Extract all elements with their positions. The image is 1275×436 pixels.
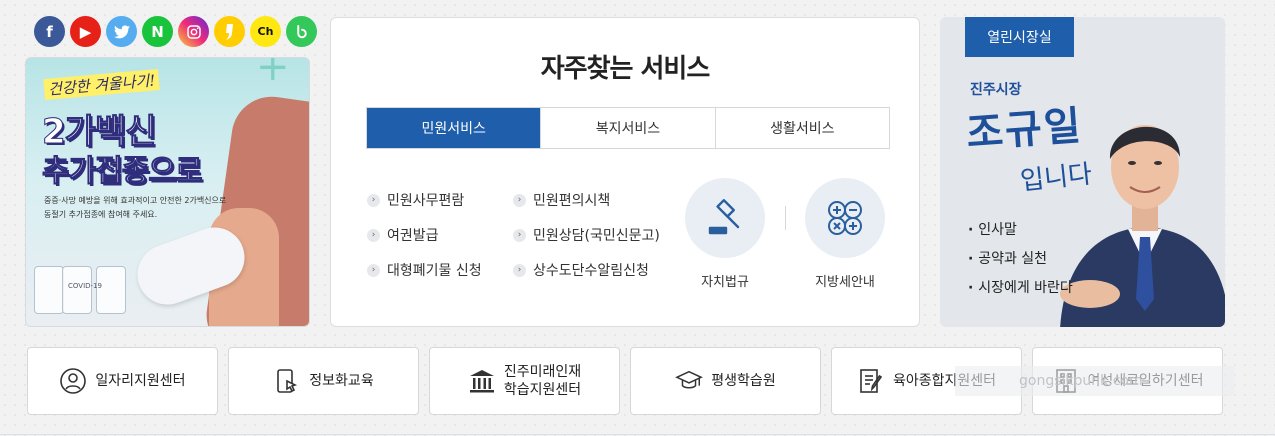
gavel-icon — [685, 178, 765, 258]
link-large-waste[interactable]: › 대형폐기물 신청 — [367, 261, 513, 279]
mayor-menu-pledges[interactable]: 공약과 실천 — [968, 248, 1073, 268]
chevron-right-icon: › — [367, 263, 380, 277]
banner-description: 중증·사망 예방을 위해 효과적이고 안전한 2가백신으로 동절기 추가접종에 … — [44, 196, 227, 219]
service-links: › 민원사무편람 › 민원편의시책 › 여권발급 › 민원상담(국민신문고) › 대형폐기… — [367, 191, 687, 279]
tablet-touch-icon — [273, 367, 301, 395]
youtube-icon[interactable]: ▶ — [70, 16, 101, 47]
center-label: 일자리지원센터 — [95, 373, 186, 389]
quick-label: 지방세안내 — [815, 275, 875, 290]
chevron-right-icon: › — [513, 263, 526, 277]
calculator-icon — [805, 178, 885, 258]
mayor-greeting: 입니다 — [1018, 159, 1094, 197]
mayor-menu: 인사말 공약과 실천 시장에게 바란다 — [968, 219, 1073, 306]
center-label: 진주미래인재 학습지원센터 — [503, 364, 582, 398]
services-title: 자주찾는 서비스 — [540, 54, 711, 84]
link-passport[interactable]: › 여권발급 — [367, 226, 513, 244]
instagram-icon[interactable] — [178, 16, 209, 47]
link-civil-convenience-policy[interactable]: › 민원편의시책 — [513, 191, 683, 209]
vial-label: COVID-19 — [68, 282, 102, 290]
services-tabs: 민원서비스 복지서비스 생활서비스 — [366, 107, 890, 149]
divider — [0, 434, 1275, 435]
quick-local-laws[interactable]: 자치법규 — [685, 178, 765, 290]
frequent-services-panel: 자주찾는 서비스 민원서비스 복지서비스 생활서비스 › 민원사무편람 › 민원편의… — [330, 17, 920, 327]
center-label: 정보화교육 — [309, 373, 374, 389]
document-pen-icon — [857, 367, 885, 395]
center-lifelong-learning[interactable]: 평생학습원 — [630, 347, 821, 415]
mayor-title: 진주시장 — [970, 82, 1022, 98]
social-links: f ▶ N Ch — [34, 16, 317, 47]
mayor-menu-greeting[interactable]: 인사말 — [968, 219, 1073, 239]
center-it-education[interactable]: 정보화교육 — [228, 347, 419, 415]
tab-welfare-service[interactable]: 복지서비스 — [540, 108, 715, 148]
chevron-right-icon: › — [367, 193, 380, 207]
banner-headline-2: 추가접종으로 — [42, 154, 204, 190]
office-building-icon — [1052, 367, 1080, 395]
link-civil-affairs-manual[interactable]: › 민원사무편람 — [367, 191, 513, 209]
chevron-right-icon: › — [513, 193, 526, 207]
vaccine-vial-icon — [34, 266, 64, 314]
center-label: 여성새로일하기센터 — [1087, 373, 1204, 389]
center-jobs[interactable]: 일자리지원센터 — [27, 347, 218, 415]
naver-icon[interactable]: N — [142, 16, 173, 47]
vaccine-vial-icon — [62, 266, 92, 314]
quick-local-tax[interactable]: 지방세안내 — [805, 178, 885, 290]
center-label: 육아종합지원센터 — [892, 373, 997, 389]
tab-civil-service[interactable]: 민원서비스 — [367, 108, 541, 148]
tab-living-service[interactable]: 생활서비스 — [714, 108, 889, 148]
mayor-menu-suggestions[interactable]: 시장에게 바란다 — [968, 277, 1073, 297]
chevron-right-icon: › — [367, 228, 380, 242]
center-label: 평생학습원 — [711, 373, 776, 389]
facebook-icon[interactable]: f — [34, 16, 65, 47]
open-mayor-office-button[interactable]: 열린시장실 — [965, 17, 1074, 57]
center-women-reemployment[interactable]: 여성새로일하기센터 — [1032, 347, 1223, 415]
banner-slogan: 건강한 겨울나기! — [43, 69, 161, 100]
link-water-outage-alert[interactable]: › 상수도단수알림신청 — [513, 261, 683, 279]
band-icon[interactable] — [286, 16, 317, 47]
open-mayor-office-panel: 열린시장실 진주시장 조규일 입니다 인사말 공약과 실천 시장에게 바란다 — [940, 17, 1225, 327]
center-future-talent[interactable]: 진주미래인재 학습지원센터 — [429, 347, 620, 415]
medical-cross-icon: + — [256, 57, 290, 90]
mayor-name: 조규일 — [964, 101, 1085, 157]
vaccine-vial-icon — [96, 266, 126, 314]
link-civil-consultation[interactable]: › 민원상담(국민신문고) — [513, 226, 683, 244]
quick-label: 자치법규 — [701, 275, 749, 290]
center-childcare[interactable]: 육아종합지원센터 — [831, 347, 1022, 415]
chevron-right-icon: › — [513, 228, 526, 242]
twitter-icon[interactable] — [106, 16, 137, 47]
kakaostory-icon[interactable] — [214, 16, 245, 47]
person-icon — [59, 367, 87, 395]
building-icon — [468, 367, 496, 395]
divider — [785, 206, 786, 230]
graduation-cap-icon — [675, 367, 704, 395]
center-links: 일자리지원센터 정보화교육 진주미래인재 학습지원센터 평생학습원 육아종합지원… — [27, 347, 1223, 415]
kakao-channel-icon[interactable]: Ch — [250, 16, 281, 47]
vaccine-banner[interactable]: + 건강한 겨울나기! 2가백신 추가접종으로 중증·사망 예방을 위해 효과적… — [25, 57, 310, 327]
